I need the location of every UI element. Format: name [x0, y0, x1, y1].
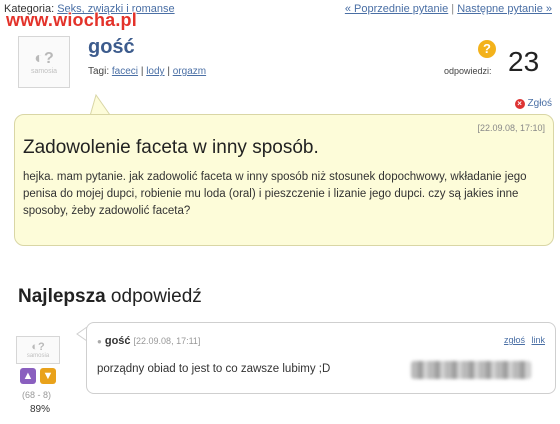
report-icon: ×	[514, 98, 525, 109]
nav-separator: |	[451, 3, 455, 15]
tags-label: Tagi:	[88, 66, 110, 77]
vote-count: (68 - 8)	[22, 390, 52, 400]
answer-text: porządny obiad to jest to co zawsze lubi…	[97, 363, 331, 375]
avatar-caption: samosia	[26, 353, 50, 359]
tag-link[interactable]: faceci	[112, 66, 138, 77]
answer-author-avatar[interactable]: ◐? samosia	[16, 336, 60, 364]
question-icon: ?	[478, 40, 496, 58]
question-title: Zadowolenie faceta w inny sposób.	[23, 137, 319, 158]
answers-label: odpowiedzi:	[444, 66, 492, 76]
answers-count: 23	[508, 46, 540, 77]
question-box: [22.09.08, 17:10] Zadowolenie faceta w i…	[14, 114, 554, 246]
tags-line: Tagi: faceci | lody | orgazm	[88, 66, 206, 77]
answer-header: ● gość [22.09.08, 17:11]	[97, 335, 200, 347]
avatar-placeholder-icon: ◐?	[34, 49, 54, 67]
vote-buttons: ▲ ▼	[20, 368, 56, 384]
best-answer-heading-rest: odpowiedź	[105, 286, 202, 307]
vote-percent: 89%	[30, 404, 51, 415]
answer-actions: zgłoś link	[500, 335, 545, 345]
author-avatar[interactable]: ◐? samosia	[18, 36, 70, 88]
answer-box: ● gość [22.09.08, 17:11] zgłoś link porząd…	[86, 322, 556, 394]
question-bubble-tail	[89, 94, 111, 116]
tag-link[interactable]: lody	[146, 66, 164, 77]
blurred-content	[411, 361, 531, 379]
best-answer-heading: Najlepsza odpowiedź	[18, 286, 202, 308]
answer-date: [22.09.08, 17:11]	[133, 336, 201, 346]
watermark: www.wiocha.pl	[6, 10, 137, 30]
tag-separator: |	[140, 66, 144, 77]
report-label: Zgłoś	[527, 98, 552, 109]
thumb-down-icon[interactable]: ▼	[40, 368, 56, 384]
author-name[interactable]: gość	[88, 36, 135, 59]
bullet-icon: ●	[97, 337, 102, 346]
previous-question-link[interactable]: « Poprzednie pytanie	[345, 3, 448, 15]
report-question-button[interactable]: × Zgłoś	[514, 98, 552, 109]
tag-separator: |	[167, 66, 170, 77]
next-question-link[interactable]: Następne pytanie »	[457, 3, 552, 15]
avatar-placeholder-icon: ◐?	[31, 341, 45, 353]
question-navigation: « Poprzednie pytanie | Następne pytanie …	[345, 3, 552, 15]
report-answer-link[interactable]: zgłoś	[504, 335, 525, 345]
answer-author[interactable]: gość	[105, 335, 131, 347]
best-answer-heading-bold: Najlepsza	[18, 286, 106, 307]
question-date: [22.09.08, 17:10]	[477, 123, 545, 133]
avatar-caption: samosia	[30, 67, 58, 75]
thumb-up-icon[interactable]: ▲	[20, 368, 36, 384]
tag-link[interactable]: orgazm	[173, 66, 206, 77]
answer-permalink[interactable]: link	[531, 335, 545, 345]
question-body: hejka. mam pytanie. jak zadowolić faceta…	[23, 171, 527, 217]
